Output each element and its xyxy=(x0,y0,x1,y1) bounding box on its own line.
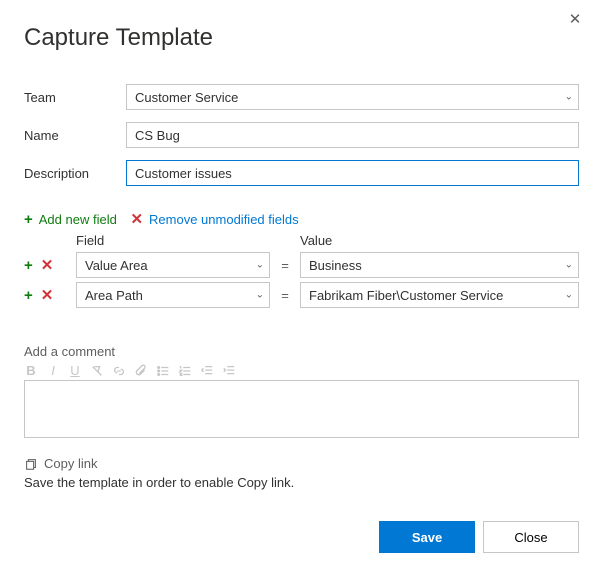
team-label: Team xyxy=(24,90,126,105)
name-label: Name xyxy=(24,128,126,143)
row-add-icon[interactable]: + xyxy=(24,258,33,273)
equals-sign: = xyxy=(270,258,300,273)
row-remove-icon[interactable]: ✕ xyxy=(41,288,54,303)
field-row: + ✕ ⌄ = ⌄ xyxy=(24,282,579,308)
remove-unmodified-link[interactable]: ✕ Remove unmodified fields xyxy=(130,212,298,227)
outdent-icon[interactable] xyxy=(200,364,214,378)
value-select-0[interactable] xyxy=(300,252,579,278)
field-column-header: Field xyxy=(76,233,270,248)
copy-link-label: Copy link xyxy=(44,456,97,471)
editor-toolbar: B I U xyxy=(24,363,579,378)
x-icon: ✕ xyxy=(130,212,143,227)
indent-icon[interactable] xyxy=(222,364,236,378)
bullet-list-icon[interactable] xyxy=(156,364,170,378)
value-select-1[interactable] xyxy=(300,282,579,308)
field-select-0[interactable] xyxy=(76,252,270,278)
comment-label: Add a comment xyxy=(24,344,579,359)
name-input[interactable] xyxy=(126,122,579,148)
team-select[interactable] xyxy=(126,84,579,110)
close-button[interactable]: Close xyxy=(483,521,579,553)
comment-textarea[interactable] xyxy=(24,380,579,438)
underline-icon[interactable]: U xyxy=(68,363,82,378)
save-button[interactable]: Save xyxy=(379,521,475,553)
description-input[interactable] xyxy=(126,160,579,186)
field-select-1[interactable] xyxy=(76,282,270,308)
remove-unmodified-label: Remove unmodified fields xyxy=(149,212,299,227)
row-remove-icon[interactable]: ✕ xyxy=(41,258,54,273)
field-row: + ✕ ⌄ = ⌄ xyxy=(24,252,579,278)
attachment-icon[interactable] xyxy=(134,364,148,378)
italic-icon[interactable]: I xyxy=(46,363,60,378)
equals-sign: = xyxy=(270,288,300,303)
close-icon[interactable]: ✕ xyxy=(565,10,585,28)
bold-icon[interactable]: B xyxy=(24,363,38,378)
add-new-field-label: Add new field xyxy=(39,212,117,227)
link-icon[interactable] xyxy=(112,364,126,378)
copy-link-hint: Save the template in order to enable Cop… xyxy=(24,475,579,490)
dialog-title: Capture Template xyxy=(24,24,579,52)
description-label: Description xyxy=(24,166,126,181)
row-add-icon[interactable]: + xyxy=(24,288,33,303)
plus-icon: + xyxy=(24,212,33,227)
value-column-header: Value xyxy=(300,233,579,248)
clear-format-icon[interactable] xyxy=(90,364,104,378)
add-new-field-link[interactable]: + Add new field xyxy=(24,212,117,227)
number-list-icon[interactable] xyxy=(178,364,192,378)
copy-icon xyxy=(24,457,38,471)
copy-link-button[interactable]: Copy link xyxy=(24,456,579,471)
